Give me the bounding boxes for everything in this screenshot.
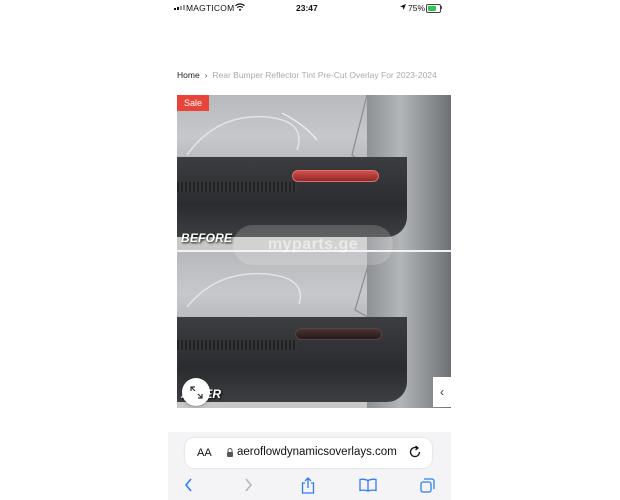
clock-time: 23:47	[296, 3, 318, 13]
forward-button[interactable]	[240, 476, 256, 494]
before-label: BEFORE	[181, 231, 233, 245]
watermark: myparts.ge	[233, 225, 393, 265]
chevron-right-icon: ›	[204, 71, 208, 80]
carrier-name: MAGTICOM	[186, 3, 235, 13]
battery-icon	[426, 4, 441, 13]
reflector-after	[295, 328, 382, 340]
tabs-icon	[419, 477, 435, 493]
chevron-left-icon	[184, 478, 192, 492]
phone-screen: MAGTICOM 23:47 75% Home › Rear Bumper Refl…	[168, 0, 451, 500]
after-image	[177, 252, 451, 408]
wifi-icon	[235, 3, 245, 11]
battery-percent: 75%	[408, 3, 426, 13]
share-icon	[301, 476, 315, 494]
expand-icon	[189, 385, 203, 399]
tabs-button[interactable]	[418, 476, 436, 494]
product-image-gallery[interactable]: Sale BEFORE myparts.ge AFTER ‹	[177, 95, 451, 408]
url-text[interactable]: aeroflowdynamicsoverlays.com	[237, 446, 397, 458]
book-icon	[359, 478, 377, 492]
breadcrumb: Home › Rear Bumper Reflector Tint Pre-Cut …	[177, 70, 451, 80]
battery-level	[428, 6, 437, 11]
browser-toolbar: AA aeroflowdynamicsoverlays.com	[168, 432, 451, 500]
chevron-right-icon	[244, 478, 252, 492]
reload-icon[interactable]	[408, 445, 422, 459]
back-button[interactable]	[180, 476, 196, 494]
chevron-left-icon: ‹	[440, 385, 444, 399]
gallery-next-button[interactable]: ‹	[433, 377, 451, 407]
browser-nav	[168, 476, 451, 496]
signal-icon	[174, 5, 185, 10]
status-bar: MAGTICOM 23:47 75%	[168, 0, 451, 16]
address-bar[interactable]: AA aeroflowdynamicsoverlays.com	[185, 438, 432, 468]
share-button[interactable]	[299, 476, 317, 494]
sale-badge: Sale	[177, 95, 210, 111]
location-arrow-icon	[400, 4, 406, 10]
breadcrumb-home-link[interactable]: Home	[177, 70, 200, 80]
bookmarks-button[interactable]	[358, 476, 378, 494]
lock-icon	[227, 448, 233, 457]
breadcrumb-current: Rear Bumper Reflector Tint Pre-Cut Overl…	[212, 70, 437, 80]
expand-image-button[interactable]	[182, 378, 210, 406]
reflector-before	[292, 170, 379, 182]
text-size-button[interactable]: AA	[197, 447, 212, 459]
